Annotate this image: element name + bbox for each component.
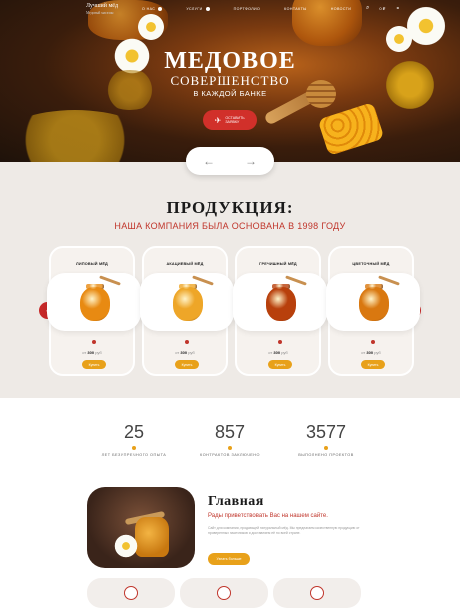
stat-dot (132, 446, 136, 450)
stat-years: 25 ЛЕТ БЕЗУПРЕЧНОГО ОПЫТА (79, 422, 189, 457)
indicator-dot (278, 340, 282, 344)
nav-icons: ⌕ 0 ₽ ⚬ (366, 5, 400, 12)
product-image (140, 273, 234, 331)
about-title: Главная (208, 494, 264, 509)
cart-icon[interactable]: 0 ₽ (379, 6, 385, 12)
hero-tagline: В КАЖДОЙ БАНКЕ (193, 89, 267, 98)
indicator-dot (185, 340, 189, 344)
feature-card (180, 578, 268, 608)
stat-contracts: 857 КОНТРАКТОВ ЗАКЛЮЧЕНО (175, 422, 285, 457)
hero-banner: Лучший мёд Медовый магазин О НАС УСЛУГИ … (0, 0, 460, 162)
honey-jar-image (359, 284, 389, 321)
product-price: от 300 руб (361, 350, 381, 355)
stat-label: КОНТРАКТОВ ЗАКЛЮЧЕНО (200, 453, 260, 457)
indicator-dot (92, 340, 96, 344)
product-price: от 300 руб (175, 350, 195, 355)
products-title: ПРОДУКЦИЯ: (166, 198, 294, 217)
nav-link-news[interactable]: НОВОСТИ (331, 7, 352, 11)
feature-card (273, 578, 361, 608)
about-text: Сайт для компании, продающей натуральный… (208, 526, 360, 535)
stat-label: ЛЕТ БЕЗУПРЕЧНОГО ОПЫТА (101, 453, 167, 457)
daisy-image (113, 533, 139, 559)
honey-jar-image (266, 284, 296, 321)
dropdown-dot-icon (205, 7, 210, 11)
product-image (326, 273, 420, 331)
nav-link-about[interactable]: О НАС (142, 7, 163, 11)
logo-subtitle: Медовый магазин (86, 11, 114, 15)
learn-more-button[interactable]: Узнать больше (208, 553, 250, 565)
slider-prev-arrow-icon[interactable]: ← (203, 154, 215, 168)
product-card[interactable]: АКАЦИЕВЫЙ МЁД от 300 руб Купить (140, 246, 234, 376)
stat-value: 25 (123, 422, 145, 442)
product-card[interactable]: ЛИПОВЫЙ МЁД от 300 руб Купить (47, 246, 141, 376)
feature-icon (217, 586, 231, 600)
logo-title: Лучший мёд (86, 3, 118, 9)
product-image (47, 273, 141, 331)
hero-slider-controls: ← → (186, 147, 274, 175)
search-icon[interactable]: ⌕ (366, 5, 369, 12)
request-button[interactable]: ✈ ОСТАВИТЬ ЗАЯВКУ (203, 110, 257, 130)
hero-subtitle: СОВЕРШЕНСТВО (170, 73, 290, 88)
product-price: от 300 руб (268, 350, 288, 355)
product-price: от 300 руб (82, 350, 102, 355)
site-logo[interactable]: Лучший мёд Медовый магазин (86, 3, 118, 17)
paper-plane-icon: ✈ (214, 115, 222, 125)
about-image (87, 487, 195, 568)
honeycomb-image (317, 101, 385, 157)
buy-button[interactable]: Купить (175, 360, 199, 369)
honey-jar-image (135, 517, 169, 557)
product-name: АКАЦИЕВЫЙ МЁД (166, 262, 204, 266)
buy-button[interactable]: Купить (268, 360, 292, 369)
honey-jar-image (80, 284, 110, 321)
about-subtitle: Рады приветствовать Вас на нашем сайте. (208, 513, 328, 519)
feature-icon (124, 586, 138, 600)
products-section: ПРОДУКЦИЯ: НАША КОМПАНИЯ БЫЛА ОСНОВАНА В… (0, 162, 460, 398)
dropdown-dot-icon (158, 7, 163, 11)
indicator-dot (371, 340, 375, 344)
buy-button[interactable]: Купить (82, 360, 106, 369)
slider-next-arrow-icon[interactable]: → (245, 154, 257, 168)
feature-icon (310, 586, 324, 600)
nav-link-services[interactable]: УСЛУГИ (186, 7, 210, 11)
stat-dot (228, 446, 232, 450)
products-subtitle: НАША КОМПАНИЯ БЫЛА ОСНОВАНА В 1998 ГОДУ (114, 221, 346, 231)
user-icon[interactable]: ⚬ (395, 5, 400, 12)
nav-link-contacts[interactable]: КОНТАКТЫ (284, 7, 307, 11)
nav-links: О НАС УСЛУГИ ПОРТФОЛИО КОНТАКТЫ НОВОСТИ (142, 7, 375, 11)
about-section: Главная Рады приветствовать Вас на нашем… (0, 478, 460, 608)
stat-value: 3577 (305, 422, 347, 442)
honey-jar-image (173, 284, 203, 321)
nav-link-portfolio[interactable]: ПОРТФОЛИО (234, 7, 261, 11)
stat-value: 857 (214, 422, 246, 442)
product-image (233, 273, 327, 331)
hero-title: МЕДОВОЕ (164, 48, 296, 74)
product-card[interactable]: ГРЕЧИШНЫЙ МЁД от 300 руб Купить (233, 246, 327, 376)
request-button-label: ОСТАВИТЬ ЗАЯВКУ (225, 116, 245, 124)
product-name: ГРЕЧИШНЫЙ МЁД (259, 262, 297, 266)
product-name: ЦВЕТОЧНЫЙ МЁД (352, 262, 390, 266)
stat-dot (324, 446, 328, 450)
top-nav: Лучший мёд Медовый магазин О НАС УСЛУГИ … (0, 0, 460, 20)
feature-card (87, 578, 175, 608)
stat-projects: 3577 ВЫПОЛНЕНО ПРОЕКТОВ (271, 422, 381, 457)
stat-label: ВЫПОЛНЕНО ПРОЕКТОВ (298, 453, 354, 457)
product-card[interactable]: ЦВЕТОЧНЫЙ МЁД от 300 руб Купить (326, 246, 420, 376)
pollen-image (0, 110, 150, 162)
buy-button[interactable]: Купить (361, 360, 385, 369)
stats-section: 25 ЛЕТ БЕЗУПРЕЧНОГО ОПЫТА 857 КОНТРАКТОВ… (0, 398, 460, 478)
product-name: ЛИПОВЫЙ МЁД (76, 262, 108, 266)
